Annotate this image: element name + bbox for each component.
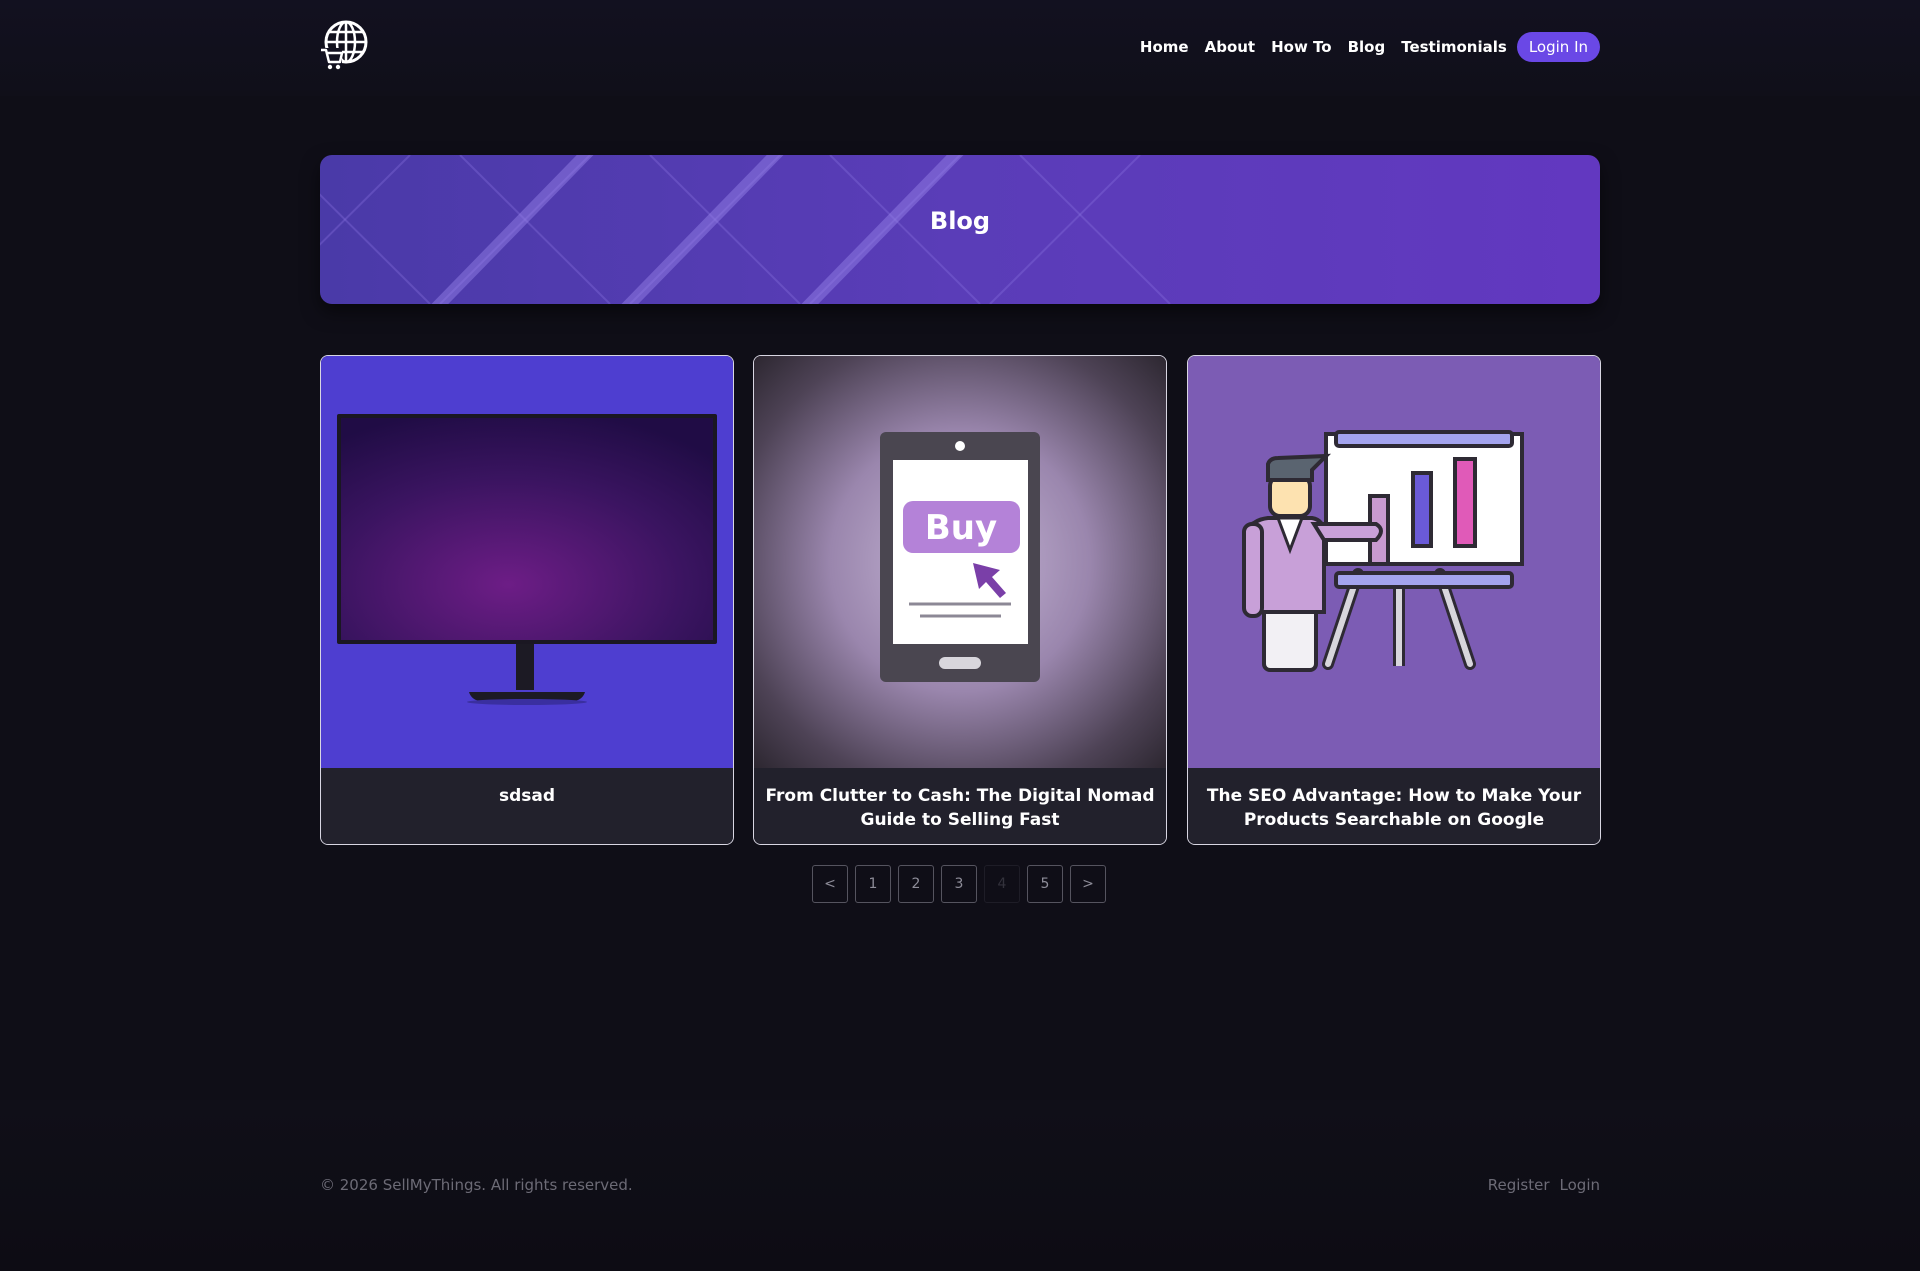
prev-page-button[interactable]: < [812,865,848,903]
monitor-image [321,356,733,768]
nav-blog-link[interactable]: Blog [1348,38,1386,56]
blog-post-title: From Clutter to Cash: The Digital Nomad … [754,768,1166,844]
blog-banner: Blog [320,155,1600,304]
next-page-button[interactable]: > [1070,865,1106,903]
page-button-1[interactable]: 1 [855,865,891,903]
footer-login-link[interactable]: Login [1560,1176,1600,1194]
blog-post-title: sdsad [321,768,733,844]
page-button-5[interactable]: 5 [1027,865,1063,903]
pagination: < 1 2 3 4 5 > [812,865,1113,903]
main-nav: Home About How To Blog Testimonials Logi… [1124,32,1600,62]
nav-testimonials-link[interactable]: Testimonials [1401,38,1507,56]
svg-text:Buy: Buy [925,508,997,548]
nav-about-link[interactable]: About [1205,38,1256,56]
blog-post-card[interactable]: Buy From Clutter to Cash: The Digital No… [753,355,1167,845]
footer-register-link[interactable]: Register [1488,1176,1550,1194]
page-button-4[interactable]: 4 [984,865,1020,903]
phone-buy-image: Buy [754,356,1166,768]
page-button-3[interactable]: 3 [941,865,977,903]
blog-post-title: The SEO Advantage: How to Make Your Prod… [1188,768,1600,844]
globe-cart-logo-icon[interactable] [318,18,372,72]
blog-post-card[interactable]: sdsad [320,355,734,845]
page-button-2[interactable]: 2 [898,865,934,903]
copyright-text: © 2026 SellMyThings. All rights reserved… [320,1176,633,1194]
footer-links: Register Login [1478,1176,1600,1194]
site-header: Home About How To Blog Testimonials Logi… [0,0,1920,96]
nav-how-to-link[interactable]: How To [1271,38,1331,56]
page-title: Blog [929,207,991,235]
site-footer: © 2026 SellMyThings. All rights reserved… [0,1100,1920,1271]
presentation-chart-image [1188,356,1600,768]
blog-post-card[interactable]: The SEO Advantage: How to Make Your Prod… [1187,355,1601,845]
nav-home-link[interactable]: Home [1140,38,1189,56]
login-button[interactable]: Login In [1516,32,1600,62]
